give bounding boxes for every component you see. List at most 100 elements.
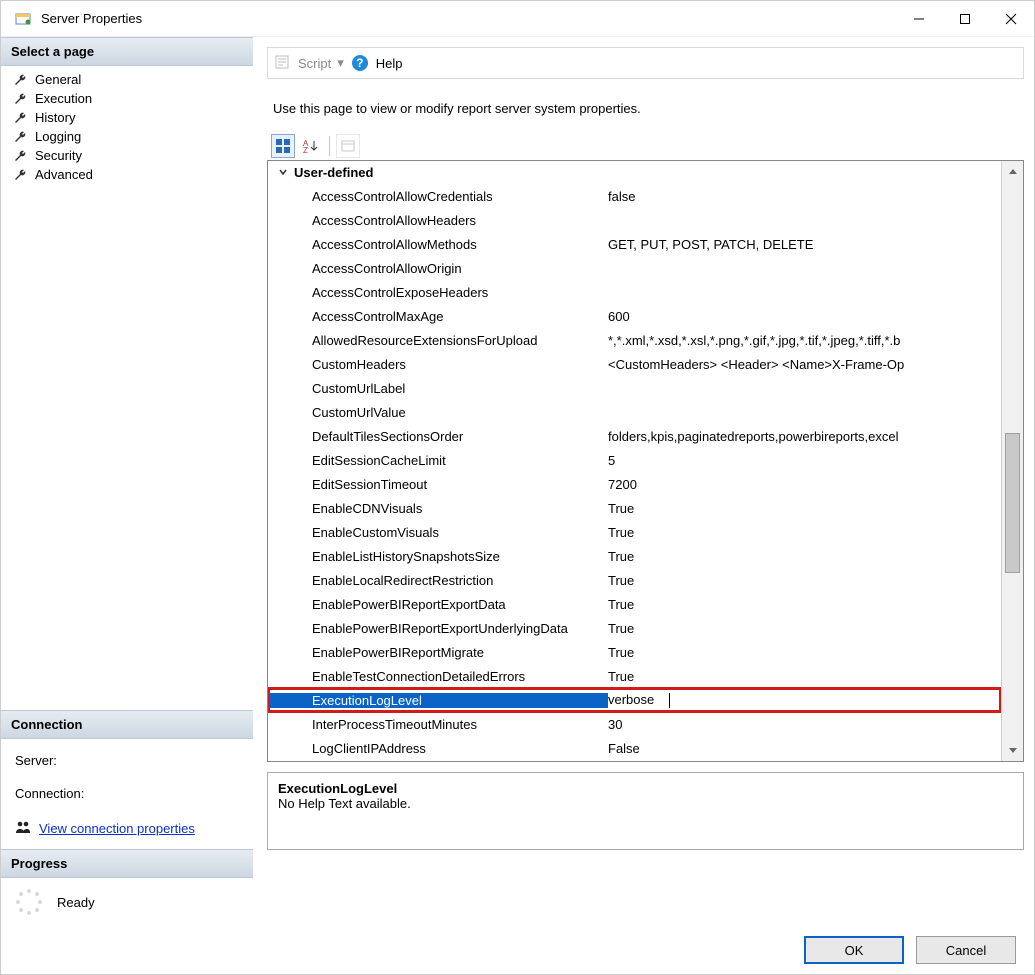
- page-label: Advanced: [35, 167, 93, 182]
- property-row[interactable]: EnablePowerBIReportExportDataTrue: [268, 592, 1001, 616]
- property-row[interactable]: InterProcessTimeoutMinutes30: [268, 712, 1001, 736]
- instruction-text: Use this page to view or modify report s…: [267, 79, 1024, 132]
- page-item-logging[interactable]: Logging: [1, 127, 253, 146]
- property-value[interactable]: 30: [608, 717, 1001, 732]
- page-item-security[interactable]: Security: [1, 146, 253, 165]
- property-name: EditSessionCacheLimit: [268, 453, 608, 468]
- categorized-button[interactable]: [271, 134, 295, 158]
- cancel-button[interactable]: Cancel: [916, 936, 1016, 964]
- page-item-advanced[interactable]: Advanced: [1, 165, 253, 184]
- property-row[interactable]: EnableCDNVisualsTrue: [268, 496, 1001, 520]
- property-row[interactable]: AccessControlAllowOrigin: [268, 256, 1001, 280]
- server-properties-window: Server Properties Select a page GeneralE…: [0, 0, 1035, 975]
- property-name: DefaultTilesSectionsOrder: [268, 429, 608, 444]
- group-header[interactable]: User-defined: [268, 161, 1001, 184]
- property-name: LogClientIPAddress: [268, 741, 608, 756]
- scroll-thumb[interactable]: [1005, 433, 1020, 573]
- property-name: AccessControlAllowHeaders: [268, 213, 608, 228]
- property-value[interactable]: <CustomHeaders> <Header> <Name>X-Frame-O…: [608, 357, 1001, 372]
- property-row[interactable]: CustomUrlLabel: [268, 376, 1001, 400]
- script-icon: [274, 54, 290, 73]
- property-value[interactable]: True: [608, 525, 1001, 540]
- property-name: EditSessionTimeout: [268, 477, 608, 492]
- property-value[interactable]: True: [608, 573, 1001, 588]
- property-row[interactable]: EnableLocalRedirectRestrictionTrue: [268, 568, 1001, 592]
- alphabetical-button[interactable]: AZ: [299, 134, 323, 158]
- svg-text:Z: Z: [303, 146, 308, 153]
- property-value[interactable]: True: [608, 621, 1001, 636]
- script-button[interactable]: Script ▾: [298, 55, 344, 71]
- property-row[interactable]: EnableTestConnectionDetailedErrorsTrue: [268, 664, 1001, 688]
- property-row[interactable]: CustomHeaders<CustomHeaders> <Header> <N…: [268, 352, 1001, 376]
- property-row[interactable]: EditSessionTimeout7200: [268, 472, 1001, 496]
- property-value[interactable]: 600: [608, 309, 1001, 324]
- property-value[interactable]: True: [608, 669, 1001, 684]
- property-row[interactable]: CustomUrlValue: [268, 400, 1001, 424]
- property-value[interactable]: 5: [608, 453, 1001, 468]
- property-name: AccessControlAllowCredentials: [268, 189, 608, 204]
- property-name: EnableCustomVisuals: [268, 525, 608, 540]
- property-value[interactable]: True: [608, 597, 1001, 612]
- app-icon: [15, 11, 31, 27]
- property-name: AccessControlAllowMethods: [268, 237, 608, 252]
- page-label: General: [35, 72, 81, 87]
- scrollbar[interactable]: [1001, 161, 1023, 761]
- page-list: General Execution History LoggingSecurity Ad…: [1, 66, 253, 188]
- property-row[interactable]: AccessControlAllowMethodsGET, PUT, POST,…: [268, 232, 1001, 256]
- page-item-general[interactable]: General: [1, 70, 253, 89]
- wrench-icon: [13, 73, 27, 87]
- page-label: History: [35, 110, 75, 125]
- property-value[interactable]: 7200: [608, 477, 1001, 492]
- property-row[interactable]: AllowedResourceExtensionsForUpload*,*.xm…: [268, 328, 1001, 352]
- property-row[interactable]: EditSessionCacheLimit5: [268, 448, 1001, 472]
- property-value[interactable]: True: [608, 501, 1001, 516]
- property-name: ExecutionLogLevel: [268, 693, 608, 708]
- select-page-header: Select a page: [1, 37, 253, 66]
- maximize-button[interactable]: [942, 1, 988, 37]
- property-value[interactable]: False: [608, 741, 1001, 756]
- property-row[interactable]: AccessControlAllowHeaders: [268, 208, 1001, 232]
- ok-button[interactable]: OK: [804, 936, 904, 964]
- property-row[interactable]: AccessControlExposeHeaders: [268, 280, 1001, 304]
- property-grid[interactable]: User-defined AccessControlAllowCredential…: [267, 160, 1024, 762]
- property-row[interactable]: EnableCustomVisualsTrue: [268, 520, 1001, 544]
- property-row[interactable]: LogClientIPAddressFalse: [268, 736, 1001, 760]
- property-name: EnablePowerBIReportMigrate: [268, 645, 608, 660]
- property-name: EnableLocalRedirectRestriction: [268, 573, 608, 588]
- page-item-execution[interactable]: Execution: [1, 89, 253, 108]
- wrench-icon: [13, 111, 27, 125]
- wrench-icon: [13, 92, 27, 106]
- property-row[interactable]: EnablePowerBIReportMigrateTrue: [268, 640, 1001, 664]
- property-value[interactable]: True: [608, 549, 1001, 564]
- progress-header: Progress: [1, 849, 253, 878]
- property-value[interactable]: false: [608, 189, 1001, 204]
- property-name: AccessControlExposeHeaders: [268, 285, 608, 300]
- scroll-up-icon[interactable]: [1002, 161, 1023, 183]
- property-value[interactable]: folders,kpis,paginatedreports,powerbirep…: [608, 429, 1001, 444]
- property-name: CustomUrlValue: [268, 405, 608, 420]
- property-value[interactable]: *,*.xml,*.xsd,*.xsl,*.png,*.gif,*.jpg,*.…: [608, 333, 1001, 348]
- property-row[interactable]: AccessControlMaxAge600: [268, 304, 1001, 328]
- page-item-history[interactable]: History: [1, 108, 253, 127]
- scroll-down-icon[interactable]: [1002, 739, 1023, 761]
- connection-body: Server: Connection: View connection prop…: [1, 739, 253, 849]
- close-button[interactable]: [988, 1, 1034, 37]
- property-name: EnableTestConnectionDetailedErrors: [268, 669, 608, 684]
- minimize-button[interactable]: [896, 1, 942, 37]
- property-row[interactable]: EnablePowerBIReportExportUnderlyingDataT…: [268, 616, 1001, 640]
- property-pages-button: [336, 134, 360, 158]
- property-row[interactable]: ExecutionLogLevelverbose: [268, 688, 1001, 712]
- help-button[interactable]: Help: [376, 56, 403, 71]
- view-connection-properties-link[interactable]: View connection properties: [39, 821, 195, 836]
- description-text: No Help Text available.: [278, 796, 1013, 811]
- property-value[interactable]: True: [608, 645, 1001, 660]
- property-row[interactable]: DefaultTilesSectionsOrderfolders,kpis,pa…: [268, 424, 1001, 448]
- wrench-icon: [13, 130, 27, 144]
- property-row[interactable]: AccessControlAllowCredentialsfalse: [268, 184, 1001, 208]
- property-value[interactable]: verbose: [608, 692, 1001, 708]
- progress-body: Ready: [1, 878, 253, 926]
- property-row[interactable]: EnableListHistorySnapshotsSizeTrue: [268, 544, 1001, 568]
- property-value[interactable]: GET, PUT, POST, PATCH, DELETE: [608, 237, 1001, 252]
- page-label: Execution: [35, 91, 92, 106]
- group-name: User-defined: [294, 165, 373, 180]
